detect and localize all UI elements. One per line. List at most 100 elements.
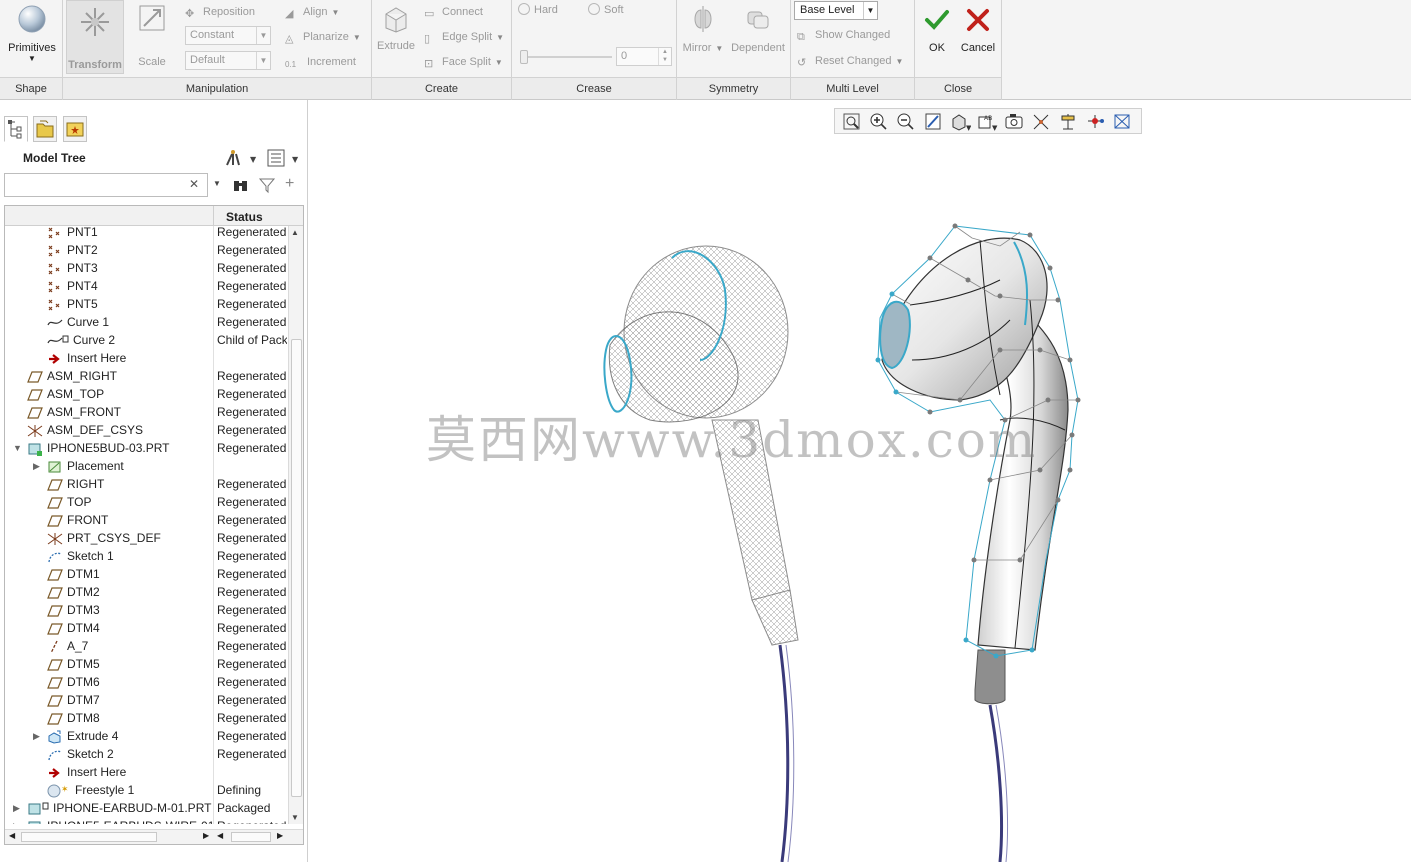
tree-row[interactable]: PNT5 Regenerated bbox=[5, 295, 287, 313]
reset-changed-button[interactable]: ↺ Reset Changed ▼ bbox=[797, 51, 903, 71]
display-style-button[interactable]: ▼ bbox=[949, 111, 972, 132]
tree-row[interactable]: PNT1 Regenerated bbox=[5, 226, 287, 241]
default-dropdown[interactable]: Default ▼ bbox=[185, 51, 271, 70]
face-split-button[interactable]: ⊡ Face Split ▼ bbox=[424, 52, 503, 72]
tree-row[interactable]: Insert Here bbox=[5, 763, 287, 781]
tree-row[interactable]: DTM1 Regenerated bbox=[5, 565, 287, 583]
tree-row[interactable]: ASM_RIGHT Regenerated bbox=[5, 367, 287, 385]
tree-row[interactable]: Sketch 2 Regenerated bbox=[5, 745, 287, 763]
connect-button[interactable]: ▭ Connect bbox=[424, 2, 483, 22]
tree-row[interactable]: FRONT Regenerated bbox=[5, 511, 287, 529]
align-button[interactable]: ◢ Align ▼ bbox=[285, 2, 339, 22]
scroll-left-icon[interactable]: ◀ bbox=[9, 831, 15, 840]
edge-split-button[interactable]: ▯ Edge Split ▼ bbox=[424, 27, 504, 47]
scroll-up-icon[interactable]: ▲ bbox=[291, 228, 299, 237]
tree-row[interactable]: DTM8 Regenerated bbox=[5, 709, 287, 727]
tree-row[interactable]: DTM5 Regenerated bbox=[5, 655, 287, 673]
reposition-button[interactable]: ✥ Reposition bbox=[185, 2, 255, 22]
tab-folder-browser[interactable] bbox=[33, 116, 57, 142]
slider-thumb[interactable] bbox=[520, 50, 528, 64]
constant-dropdown[interactable]: Constant ▼ bbox=[185, 26, 271, 45]
tree-row[interactable]: ASM_TOP Regenerated bbox=[5, 385, 287, 403]
tree-row[interactable]: PRT_CSYS_DEF Regenerated bbox=[5, 529, 287, 547]
cancel-button[interactable]: Cancel bbox=[957, 6, 999, 54]
datum-display-button[interactable] bbox=[1030, 111, 1052, 132]
spinner-arrows-icon[interactable]: ▲ ▼ bbox=[658, 48, 671, 65]
mirror-button[interactable]: Mirror ▼ bbox=[681, 4, 725, 54]
perspective-button[interactable] bbox=[1111, 111, 1133, 132]
find-button[interactable] bbox=[232, 176, 250, 197]
scroll-right-icon[interactable]: ▶ bbox=[277, 831, 283, 840]
dependent-button[interactable]: Dependent bbox=[729, 4, 787, 54]
hscroll-thumb[interactable] bbox=[21, 832, 157, 842]
extrude-button[interactable]: Extrude bbox=[375, 4, 417, 52]
tree-row[interactable]: Sketch 1 Regenerated bbox=[5, 547, 287, 565]
tree-row[interactable]: Curve 2 Child of Pack bbox=[5, 331, 287, 349]
expand-right-icon[interactable]: ▶ bbox=[13, 799, 20, 817]
tab-model-tree[interactable] bbox=[4, 116, 28, 142]
status-column-header[interactable]: Status bbox=[213, 206, 303, 226]
graphics-viewport[interactable]: 莫西网www.3dmox.com bbox=[309, 140, 1411, 863]
zoom-in-button[interactable] bbox=[868, 111, 890, 132]
tree-row[interactable]: DTM6 Regenerated bbox=[5, 673, 287, 691]
expand-right-icon[interactable]: ▶ bbox=[13, 817, 20, 824]
increment-button[interactable]: 0.1 Increment bbox=[285, 52, 356, 72]
tree-row[interactable]: RIGHT Regenerated bbox=[5, 475, 287, 493]
base-level-dropdown[interactable]: Base Level ▼ bbox=[794, 1, 878, 20]
transform-button[interactable]: Transform bbox=[66, 0, 124, 74]
tree-search-input[interactable]: ✕ bbox=[4, 173, 208, 197]
expand-down-icon[interactable]: ▼ bbox=[13, 439, 22, 457]
scroll-left-icon[interactable]: ◀ bbox=[217, 831, 223, 840]
scroll-down-icon[interactable]: ▼ bbox=[291, 813, 299, 822]
tree-row[interactable]: ASM_DEF_CSYS Regenerated bbox=[5, 421, 287, 439]
tree-row[interactable]: ▶ Placement bbox=[5, 457, 287, 475]
spin-center-button[interactable] bbox=[1084, 111, 1106, 132]
repaint-button[interactable] bbox=[922, 111, 944, 132]
planarize-button[interactable]: ◬ Planarize ▼ bbox=[285, 27, 361, 47]
show-button[interactable]: ▼ bbox=[266, 148, 304, 171]
hscroll-thumb-status[interactable] bbox=[231, 832, 271, 842]
hard-radio[interactable]: Hard bbox=[518, 0, 558, 20]
show-changed-button[interactable]: ⧉ Show Changed bbox=[797, 25, 890, 45]
tree-row[interactable]: PNT4 Regenerated bbox=[5, 277, 287, 295]
scroll-right-icon[interactable]: ▶ bbox=[203, 831, 209, 840]
add-column-button[interactable]: + bbox=[285, 175, 294, 193]
clear-search-icon[interactable]: ✕ bbox=[189, 177, 199, 191]
filter-button[interactable] bbox=[258, 176, 276, 197]
tree-row[interactable]: PNT2 Regenerated bbox=[5, 241, 287, 259]
scale-button[interactable]: Scale bbox=[129, 4, 175, 68]
tab-favorites[interactable] bbox=[63, 116, 87, 142]
tree-row[interactable]: ASM_FRONT Regenerated bbox=[5, 403, 287, 421]
view-manager-button[interactable] bbox=[1003, 111, 1025, 132]
tree-row[interactable]: ▼ IPHONE5BUD-03.PRT Regenerated bbox=[5, 439, 287, 457]
primitives-button[interactable]: Primitives ▼ bbox=[4, 4, 60, 63]
tree-row[interactable]: A_7 Regenerated bbox=[5, 637, 287, 655]
tree-row[interactable]: ▶ Extrude 4 Regenerated bbox=[5, 727, 287, 745]
zoom-out-button[interactable] bbox=[895, 111, 917, 132]
soft-radio[interactable]: Soft bbox=[588, 0, 624, 20]
annotation-display-button[interactable] bbox=[1057, 111, 1079, 132]
refit-button[interactable] bbox=[841, 111, 863, 132]
scrollbar-thumb[interactable] bbox=[291, 339, 302, 797]
tree-row[interactable]: TOP Regenerated bbox=[5, 493, 287, 511]
tree-row[interactable]: ✶ Freestyle 1 Defining bbox=[5, 781, 287, 799]
vertical-scrollbar[interactable]: ▲ ▼ bbox=[288, 226, 303, 824]
horizontal-scrollbar[interactable]: ◀ ▶ ◀ ▶ bbox=[5, 829, 303, 844]
expand-right-icon[interactable]: ▶ bbox=[33, 727, 40, 745]
settings-button[interactable]: ▼ bbox=[224, 148, 258, 171]
tree-row[interactable]: DTM2 Regenerated bbox=[5, 583, 287, 601]
tree-row[interactable]: PNT3 Regenerated bbox=[5, 259, 287, 277]
crease-slider[interactable] bbox=[520, 50, 612, 64]
saved-orientations-button[interactable]: AB ▼ bbox=[976, 111, 998, 132]
ok-button[interactable]: OK bbox=[919, 6, 955, 54]
tree-row[interactable]: DTM4 Regenerated bbox=[5, 619, 287, 637]
tree-row[interactable]: DTM7 Regenerated bbox=[5, 691, 287, 709]
tree-row[interactable]: Curve 1 Regenerated bbox=[5, 313, 287, 331]
crease-value-stepper[interactable]: 0 ▲ ▼ bbox=[616, 47, 672, 66]
tree-row[interactable]: ▶ IPHONE5-EARBUDS-WIRE-01.Regenerated bbox=[5, 817, 287, 824]
tree-row[interactable]: Insert Here bbox=[5, 349, 287, 367]
expand-right-icon[interactable]: ▶ bbox=[33, 457, 40, 475]
tree-row[interactable]: ▶ IPHONE-EARBUD-M-01.PRT Packaged bbox=[5, 799, 287, 817]
tree-row[interactable]: DTM3 Regenerated bbox=[5, 601, 287, 619]
search-history-dropdown[interactable]: ▼ bbox=[213, 179, 221, 188]
